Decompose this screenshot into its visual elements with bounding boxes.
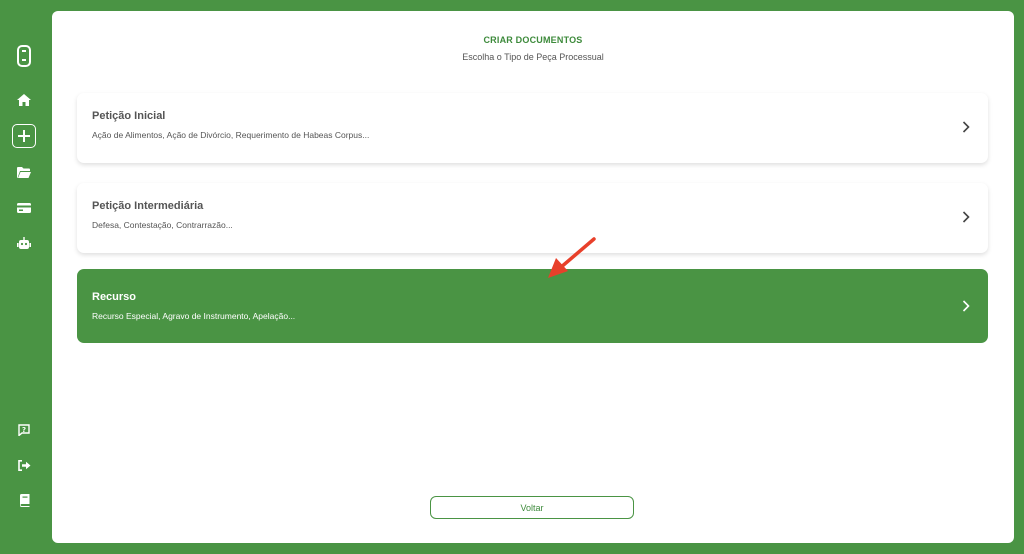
option-title: Recurso [92, 291, 137, 303]
main-panel: CRIAR DOCUMENTOS Escolha o Tipo de Peça … [52, 11, 1014, 543]
card-icon[interactable] [12, 196, 36, 220]
option-title: Petição Intermediária [92, 200, 204, 212]
chevron-right-icon [962, 300, 970, 312]
home-icon[interactable] [12, 88, 36, 112]
page-subtitle: Escolha o Tipo de Peça Processual [462, 52, 604, 62]
chevron-right-icon [962, 211, 970, 223]
option-description: Recurso Especial, Agravo de Instrumento,… [92, 311, 296, 321]
add-icon[interactable] [12, 124, 36, 148]
back-button[interactable]: Voltar [430, 496, 634, 519]
page-title: CRIAR DOCUMENTOS [483, 35, 583, 45]
logout-icon[interactable] [12, 453, 36, 477]
help-icon[interactable]: ? [12, 418, 36, 442]
svg-text:?: ? [22, 426, 26, 434]
logo-icon[interactable] [12, 44, 36, 68]
robot-icon[interactable] [12, 231, 36, 255]
book-icon[interactable] [12, 488, 36, 512]
option-card-peticao-intermediaria[interactable]: Petição Intermediária Defesa, Contestaçã… [77, 183, 988, 253]
folder-icon[interactable] [12, 160, 36, 184]
annotation-arrow-icon [548, 237, 596, 278]
chevron-right-icon [962, 121, 970, 133]
option-card-recurso[interactable]: Recurso Recurso Especial, Agravo de Inst… [77, 269, 988, 343]
option-description: Ação de Alimentos, Ação de Divórcio, Req… [92, 130, 370, 140]
option-description: Defesa, Contestação, Contrarrazão... [92, 220, 233, 230]
option-title: Petição Inicial [92, 110, 166, 122]
option-card-peticao-inicial[interactable]: Petição Inicial Ação de Alimentos, Ação … [77, 93, 988, 163]
sidebar: ? [0, 0, 50, 554]
